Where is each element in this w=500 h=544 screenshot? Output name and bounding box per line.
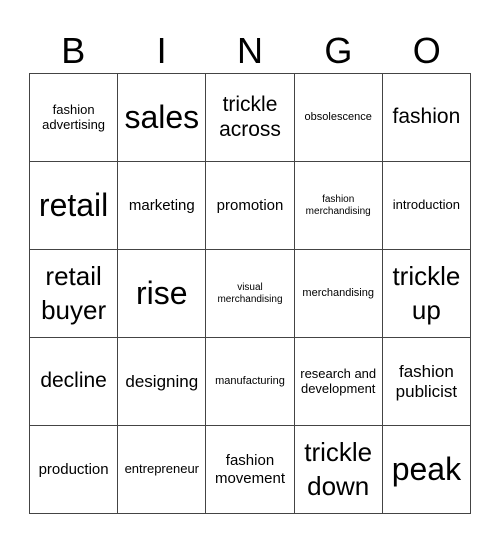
header-letter-b: B bbox=[61, 30, 86, 71]
header-letter-o: O bbox=[412, 30, 441, 71]
bingo-cell[interactable]: trickle up bbox=[382, 250, 471, 338]
bingo-cell[interactable]: fashion bbox=[382, 74, 471, 162]
bingo-cell[interactable]: retail bbox=[30, 162, 119, 250]
bingo-cell[interactable]: rise bbox=[118, 250, 207, 338]
bingo-cell[interactable]: decline bbox=[30, 338, 119, 426]
bingo-cell[interactable]: sales bbox=[118, 74, 207, 162]
header-letter-n: N bbox=[236, 30, 263, 71]
bingo-cell[interactable]: promotion bbox=[206, 162, 295, 250]
bingo-cell[interactable]: merchandising bbox=[294, 250, 383, 338]
header-letter-i: I bbox=[156, 30, 167, 71]
bingo-cell[interactable]: research and development bbox=[294, 338, 383, 426]
bingo-cell[interactable]: visual merchandising bbox=[206, 250, 295, 338]
bingo-cell[interactable]: introduction bbox=[382, 162, 471, 250]
bingo-cell[interactable]: retail buyer bbox=[30, 250, 119, 338]
bingo-cell[interactable]: manufacturing bbox=[206, 338, 295, 426]
bingo-cell[interactable]: fashion publicist bbox=[382, 338, 471, 426]
bingo-cell[interactable]: fashion advertising bbox=[30, 74, 119, 162]
bingo-cell[interactable]: production bbox=[30, 426, 119, 514]
header-letter-g: G bbox=[324, 30, 353, 71]
bingo-cell[interactable]: fashion merchandising bbox=[294, 162, 383, 250]
bingo-cell[interactable]: marketing bbox=[118, 162, 207, 250]
bingo-cell[interactable]: fashion movement bbox=[206, 426, 295, 514]
bingo-cell[interactable]: trickle down bbox=[294, 426, 383, 514]
bingo-cell[interactable]: designing bbox=[118, 338, 207, 426]
bingo-cell[interactable]: trickle across bbox=[206, 74, 295, 162]
bingo-cell[interactable]: obsolescence bbox=[294, 74, 383, 162]
bingo-cell[interactable]: peak bbox=[382, 426, 471, 514]
bingo-grid: fashion advertising sales trickle across… bbox=[29, 73, 471, 514]
bingo-cell[interactable]: entrepreneur bbox=[118, 426, 207, 514]
bingo-header: B I N G O bbox=[29, 28, 471, 73]
